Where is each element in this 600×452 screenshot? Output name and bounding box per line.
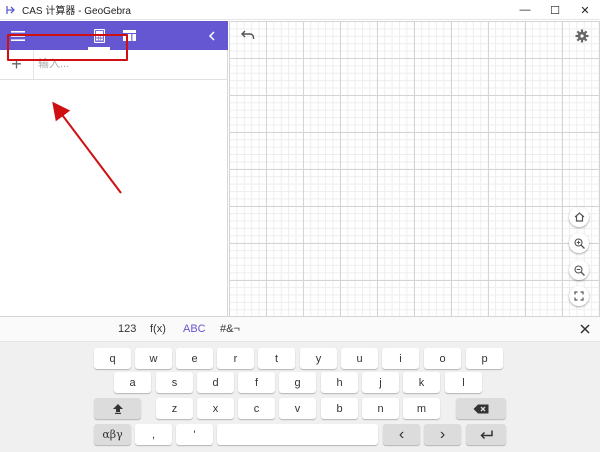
key-z[interactable]: z: [156, 398, 193, 419]
key-w[interactable]: w: [135, 348, 172, 369]
key-r[interactable]: r: [217, 348, 254, 369]
shift-icon: [112, 404, 123, 414]
close-keyboard-icon[interactable]: [577, 320, 593, 338]
enter-icon: [479, 430, 493, 439]
key-i[interactable]: i: [382, 348, 419, 369]
key-l[interactable]: l: [445, 372, 482, 393]
key-k[interactable]: k: [403, 372, 440, 393]
key-v[interactable]: v: [279, 398, 316, 419]
greek-key[interactable]: αβγ: [94, 424, 131, 445]
keyboard-tab-numbers[interactable]: 123: [118, 323, 136, 335]
key-y[interactable]: y: [300, 348, 337, 369]
key-f[interactable]: f: [238, 372, 275, 393]
shift-key[interactable]: [94, 398, 141, 419]
key-a[interactable]: a: [114, 372, 151, 393]
keyboard-tab-functions[interactable]: f(x): [150, 323, 166, 335]
backspace-key[interactable]: [456, 398, 506, 419]
key-t[interactable]: t: [258, 348, 295, 369]
left-arrow-key[interactable]: ‹: [383, 424, 420, 445]
keyboard-tabs: 123 f(x) ABC #&¬: [0, 317, 600, 342]
key-h[interactable]: h: [321, 372, 358, 393]
key-o[interactable]: o: [424, 348, 461, 369]
right-arrow-key[interactable]: ›: [424, 424, 461, 445]
enter-key[interactable]: [466, 424, 506, 445]
comma-key[interactable]: ,: [135, 424, 172, 445]
keyboard-tab-letters[interactable]: ABC: [183, 323, 206, 335]
key-j[interactable]: j: [362, 372, 399, 393]
quote-key[interactable]: ': [176, 424, 213, 445]
key-m[interactable]: m: [403, 398, 440, 419]
key-n[interactable]: n: [362, 398, 399, 419]
key-g[interactable]: g: [279, 372, 316, 393]
key-d[interactable]: d: [197, 372, 234, 393]
key-b[interactable]: b: [321, 398, 358, 419]
key-q[interactable]: q: [94, 348, 131, 369]
key-s[interactable]: s: [156, 372, 193, 393]
key-p[interactable]: p: [466, 348, 503, 369]
key-u[interactable]: u: [341, 348, 378, 369]
virtual-keyboard: 123 f(x) ABC #&¬ q w e r t y u i o p a s…: [0, 316, 600, 452]
space-key[interactable]: [217, 424, 378, 445]
backspace-icon: [473, 404, 489, 413]
key-c[interactable]: c: [238, 398, 275, 419]
key-e[interactable]: e: [176, 348, 213, 369]
keyboard-tab-symbols[interactable]: #&¬: [220, 323, 240, 335]
key-x[interactable]: x: [197, 398, 234, 419]
